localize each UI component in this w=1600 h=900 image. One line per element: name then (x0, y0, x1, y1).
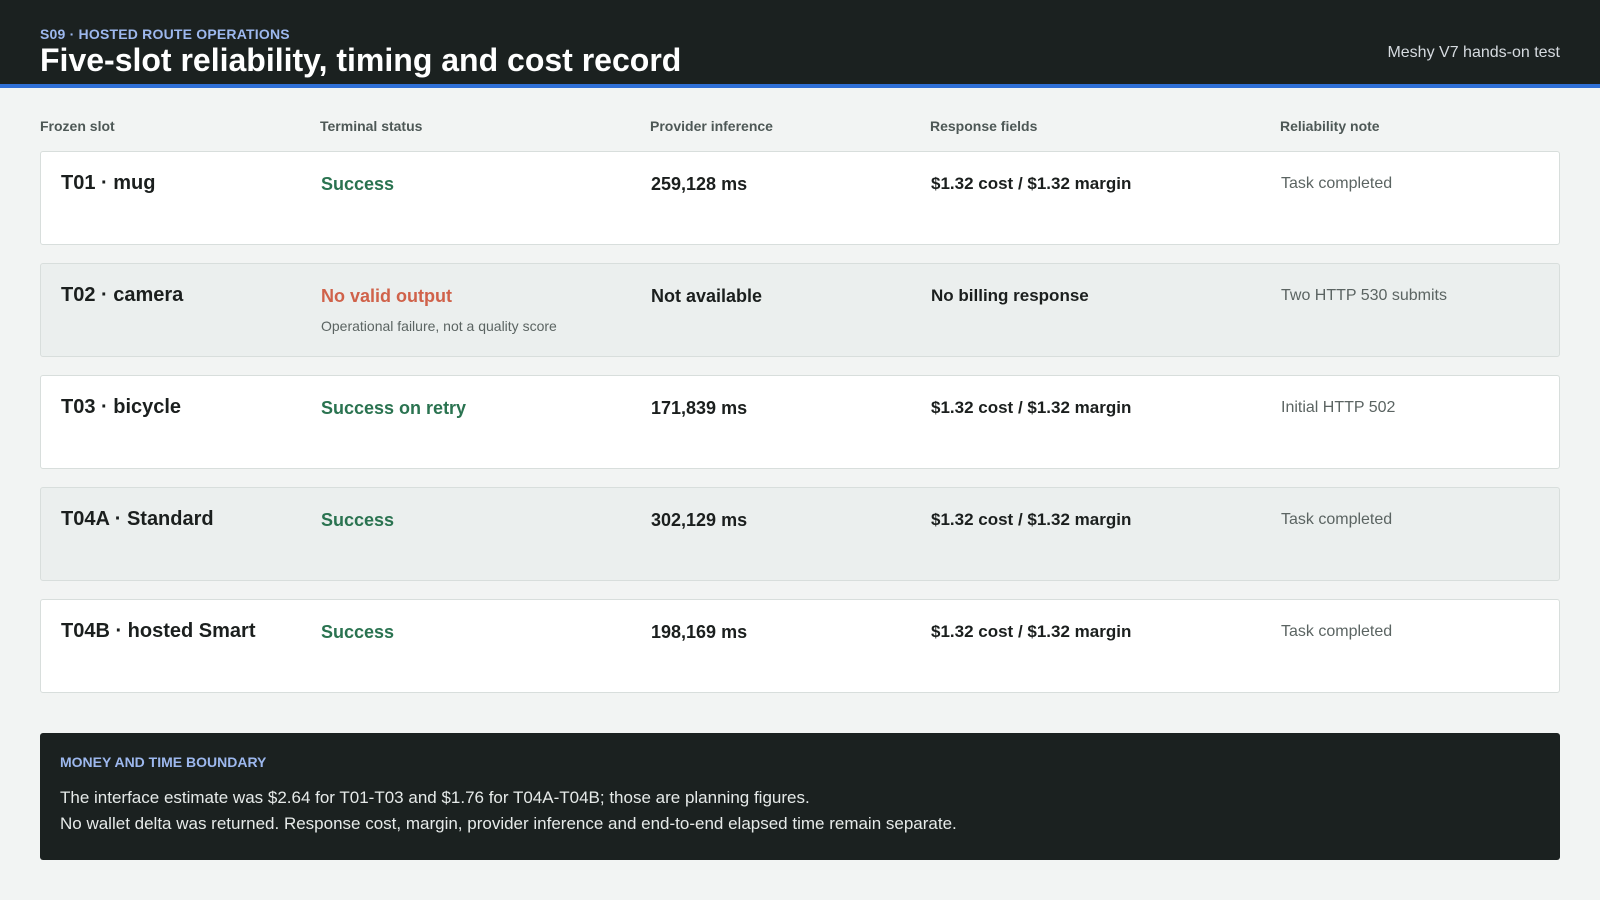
status-text: Success (321, 510, 395, 530)
boundary-title: MONEY AND TIME BOUNDARY (60, 754, 267, 770)
inference-time: 302,129 ms (651, 510, 748, 530)
inference-time: 259,128 ms (651, 174, 748, 194)
boundary-text-line: The interface estimate was $2.64 for T01… (60, 788, 810, 807)
status-text: Success on retry (321, 398, 467, 418)
slot-label: T04A · Standard (61, 508, 214, 530)
boundary-callout: MONEY AND TIME BOUNDARY The interface es… (40, 733, 1560, 860)
reliability-note: Initial HTTP 502 (1281, 399, 1396, 416)
slot-label: T04B · hosted Smart (61, 620, 256, 642)
status-text: Success (321, 622, 395, 642)
page-title: Five-slot reliability, timing and cost r… (40, 42, 682, 78)
slot-label: T02 · camera (61, 284, 184, 306)
column-header-provider-inference: Provider inference (650, 118, 773, 134)
reliability-note: Task completed (1281, 175, 1393, 192)
table-header: Frozen slot Terminal status Provider inf… (40, 118, 1560, 138)
column-header-terminal-status: Terminal status (320, 118, 423, 134)
column-header-frozen-slot: Frozen slot (40, 118, 115, 134)
table-row: T04A · Standard Success 302,129 ms $1.32… (40, 487, 1560, 581)
reliability-note: Task completed (1281, 511, 1393, 528)
slot-label: T03 · bicycle (61, 396, 182, 418)
boundary-text-line: No wallet delta was returned. Response c… (60, 814, 957, 833)
column-header-reliability-note: Reliability note (1280, 118, 1380, 134)
status-text: Success (321, 174, 395, 194)
table-row: T04B · hosted Smart Success 198,169 ms $… (40, 599, 1560, 693)
results-table: T01 · mug Success 259,128 ms $1.32 cost … (40, 151, 1560, 711)
reliability-note: Two HTTP 530 submits (1281, 287, 1447, 304)
response-fields: No billing response (931, 286, 1089, 305)
response-fields: $1.32 cost / $1.32 margin (931, 174, 1132, 193)
inference-time: Not available (651, 286, 763, 306)
table-row: T03 · bicycle Success on retry 171,839 m… (40, 375, 1560, 469)
table-row: T01 · mug Success 259,128 ms $1.32 cost … (40, 151, 1560, 245)
column-header-response-fields: Response fields (930, 118, 1038, 134)
page-header: S09 · HOSTED ROUTE OPERATIONS Five-slot … (0, 0, 1600, 88)
status-text: No valid output (321, 286, 452, 306)
inference-time: 198,169 ms (651, 622, 748, 642)
table-row: T02 · camera No valid output Operational… (40, 263, 1560, 357)
reliability-note: Task completed (1281, 623, 1393, 640)
response-fields: $1.32 cost / $1.32 margin (931, 510, 1132, 529)
status-subtext: Operational failure, not a quality score (321, 318, 557, 334)
inference-time: 171,839 ms (651, 398, 748, 418)
section-eyebrow: S09 · HOSTED ROUTE OPERATIONS (40, 26, 290, 42)
header-meta: Meshy V7 hands-on test (1387, 44, 1560, 61)
response-fields: $1.32 cost / $1.32 margin (931, 398, 1132, 417)
slot-label: T01 · mug (61, 172, 156, 194)
response-fields: $1.32 cost / $1.32 margin (931, 622, 1132, 641)
